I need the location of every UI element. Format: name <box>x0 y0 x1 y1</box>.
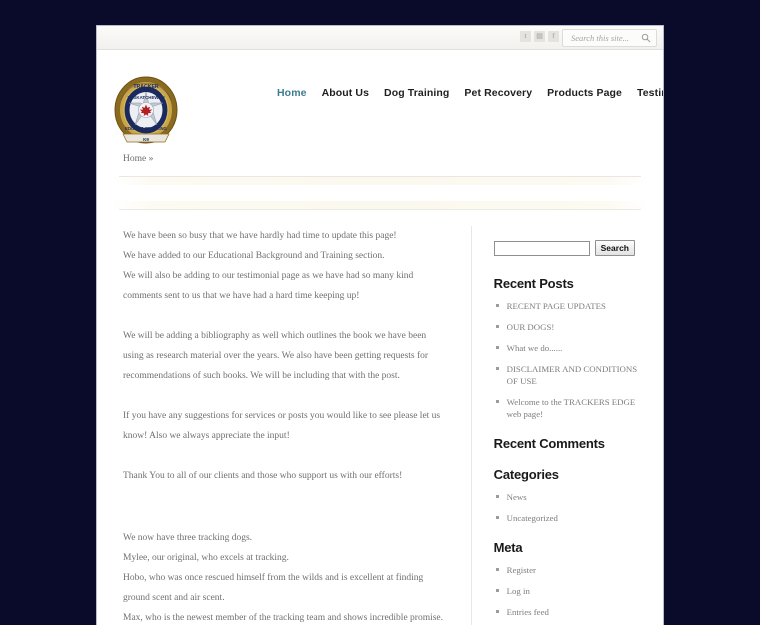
widget-title-recent-comments: Recent Comments <box>493 436 605 451</box>
site-page-container: t ▤ f Search this site... TRACKER SASKAT… <box>96 25 664 625</box>
main-content-column: We have been so busy that we have hardly… <box>97 226 472 625</box>
svg-text:SASKATCHEWAN: SASKATCHEWAN <box>127 95 164 100</box>
widget-title-recent-posts: Recent Posts <box>493 276 574 291</box>
nav-item-products-page[interactable]: Products Page <box>547 87 622 99</box>
band-spacer <box>111 185 649 201</box>
top-utility-bar: t ▤ f <box>97 26 663 50</box>
primary-navigation: Home About Us Dog Training Pet Recovery … <box>277 87 663 99</box>
site-header: TRACKER SASKATCHEWAN EDGE K9 TRACKING K9… <box>97 50 663 144</box>
svg-text:TRACKER: TRACKER <box>133 84 159 90</box>
page-columns: We have been so busy that we have hardly… <box>97 210 663 625</box>
list-item[interactable]: What we do...... <box>494 342 647 354</box>
paragraph-suggestions: If you have any suggestions for services… <box>123 411 441 441</box>
list-item[interactable]: Entries feed <box>494 606 647 618</box>
site-search-box[interactable] <box>562 29 657 47</box>
nav-item-home[interactable]: Home <box>277 87 307 99</box>
decorative-band-top <box>111 177 649 185</box>
social-links: t ▤ f <box>520 31 559 42</box>
search-icon <box>641 33 651 43</box>
list-item[interactable]: RECENT PAGE UPDATES <box>494 300 647 312</box>
widget-meta: Meta Register Log in Entries feed Commen… <box>494 540 647 625</box>
sidebar-column: Search Recent Posts RECENT PAGE UPDATES … <box>472 226 663 625</box>
site-search-input[interactable] <box>569 30 641 46</box>
list-item[interactable]: News <box>494 491 647 503</box>
nav-item-pet-recovery[interactable]: Pet Recovery <box>464 87 532 99</box>
list-item[interactable]: Log in <box>494 585 647 597</box>
site-logo-badge[interactable]: TRACKER SASKATCHEWAN EDGE K9 TRACKING K9 <box>111 72 181 152</box>
twitter-icon[interactable]: t <box>520 31 531 42</box>
widget-title-meta: Meta <box>493 540 523 555</box>
sidebar-search-button[interactable]: Search <box>594 240 635 256</box>
list-item[interactable]: Register <box>494 564 647 576</box>
paragraph-intro-line-2: We have added to our Educational Backgro… <box>123 251 385 261</box>
paragraph-intro-line-3: We will also be adding to our testimonia… <box>123 271 414 301</box>
widget-categories: Categories News Uncategorized <box>494 467 647 524</box>
paragraph-dog-max: Max, who is the newest member of the tra… <box>123 613 444 623</box>
paragraph-dog-mylee: Mylee, our original, who excels at track… <box>123 553 289 563</box>
svg-text:EDGE K9 TRACKING: EDGE K9 TRACKING <box>125 126 167 131</box>
paragraph-dog-hobo: Hobo, who was once rescued himself from … <box>123 573 424 603</box>
list-item[interactable]: Uncategorized <box>494 512 647 524</box>
nav-item-about-us[interactable]: About Us <box>322 87 369 99</box>
paragraph-dogs-intro: We now have three tracking dogs. <box>123 533 253 543</box>
widget-recent-posts: Recent Posts RECENT PAGE UPDATES OUR DOG… <box>494 276 647 420</box>
decorative-band-bottom <box>111 201 649 209</box>
sidebar-search-input[interactable] <box>493 240 590 256</box>
list-item[interactable]: DISCLAIMER AND CONDITIONS OF USE <box>494 363 647 387</box>
nav-item-dog-training[interactable]: Dog Training <box>384 87 449 99</box>
widget-title-categories: Categories <box>493 467 559 482</box>
facebook-icon[interactable]: f <box>548 31 559 42</box>
widget-recent-comments: Recent Comments <box>494 436 647 451</box>
meta-list: Register Log in Entries feed Comments fe… <box>494 564 647 625</box>
list-item[interactable]: OUR DOGS! <box>494 321 647 333</box>
rss-icon[interactable]: ▤ <box>534 31 545 42</box>
paragraph-thank-you: Thank You to all of our clients and thos… <box>123 471 403 481</box>
paragraph-intro-line-1: We have been so busy that we have hardly… <box>123 231 397 241</box>
paragraph-bibliography: We will be adding a bibliography as well… <box>123 331 429 381</box>
nav-item-testimonials[interactable]: Testimonials <box>637 87 663 99</box>
recent-posts-list: RECENT PAGE UPDATES OUR DOGS! What we do… <box>494 300 647 420</box>
list-item[interactable]: Welcome to the TRACKERS EDGE web page! <box>494 396 647 420</box>
breadcrumb[interactable]: Home » <box>97 142 663 176</box>
categories-list: News Uncategorized <box>494 491 647 524</box>
sidebar-search-form: Search <box>493 240 647 256</box>
